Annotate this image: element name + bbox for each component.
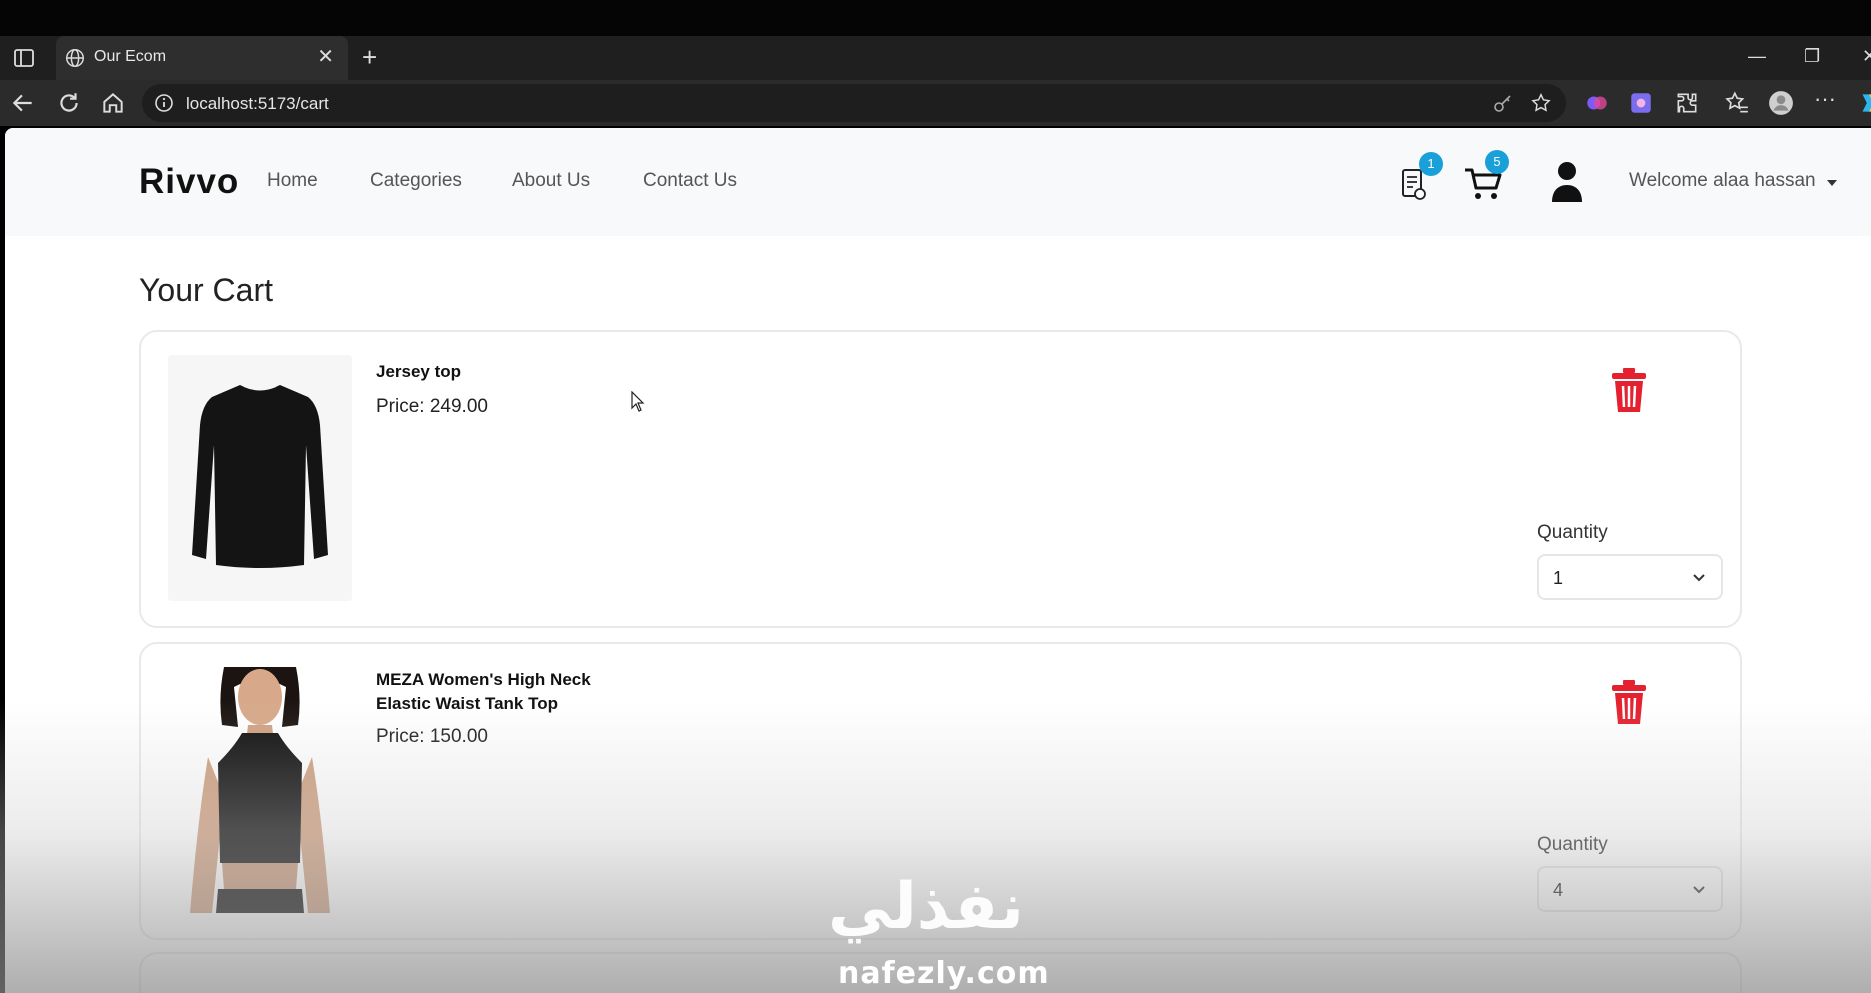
user-icon[interactable] [1551, 160, 1583, 202]
quantity-label: Quantity [1537, 834, 1608, 855]
welcome-user-dropdown[interactable]: Welcome alaa hassan [1629, 170, 1816, 192]
copilot-extension-icon[interactable] [1584, 90, 1610, 116]
copilot-icon[interactable] [1856, 90, 1871, 116]
product-name: Jersey top [376, 362, 462, 381]
nav-link-categories[interactable]: Categories [370, 170, 462, 192]
quantity-label: Quantity [1537, 522, 1608, 543]
watermark-arabic: نفذلي [828, 870, 1024, 944]
url-text: localhost:5173/cart [186, 94, 329, 113]
extensions-icon[interactable] [1674, 90, 1700, 116]
nav-link-contact-us[interactable]: Contact Us [643, 170, 737, 192]
more-options-icon[interactable]: ··· [1814, 88, 1840, 116]
web-page: Rivvo Home Categories About Us Contact U… [5, 128, 1871, 993]
delete-trash-icon[interactable] [1609, 678, 1649, 726]
close-tab-icon[interactable]: ✕ [317, 46, 334, 68]
delete-trash-icon[interactable] [1609, 366, 1649, 414]
quantity-select[interactable]: 1 [1537, 554, 1723, 600]
image-extension-icon[interactable] [1628, 90, 1654, 116]
cart-count-badge: 5 [1485, 150, 1509, 174]
nav-link-home[interactable]: Home [267, 170, 318, 192]
tab-bar: Our Ecom ✕ + — ❐ ✕ [0, 36, 1871, 80]
favorite-star-icon[interactable] [1530, 92, 1552, 114]
quantity-value: 4 [1553, 880, 1564, 900]
nav-link-about-us[interactable]: About Us [512, 170, 590, 192]
dropdown-caret-icon[interactable] [1827, 180, 1837, 186]
url-field[interactable]: localhost:5173/cart [142, 84, 1566, 122]
brand-logo[interactable]: Rivvo [139, 162, 239, 202]
back-icon[interactable] [10, 90, 36, 116]
refresh-icon[interactable] [56, 90, 82, 116]
restore-icon[interactable]: ❐ [1804, 46, 1820, 67]
product-image-jersey-top [168, 355, 352, 601]
product-price: Price: 249.00 [376, 396, 488, 417]
address-bar: localhost:5173/cart ··· [0, 80, 1871, 126]
cart-item-card: Jersey top Price: 249.00 Quantity 1 [139, 330, 1742, 628]
chevron-down-icon [1693, 574, 1705, 582]
site-info-icon[interactable] [154, 93, 174, 113]
profile-avatar-icon[interactable] [1768, 90, 1794, 116]
close-window-icon[interactable]: ✕ [1862, 46, 1871, 67]
browser-tab[interactable]: Our Ecom ✕ [56, 36, 348, 80]
home-icon[interactable] [100, 90, 126, 116]
new-tab-icon[interactable]: + [362, 44, 377, 70]
orders-count-badge: 1 [1419, 152, 1443, 176]
product-image-tank-top [168, 667, 352, 913]
product-name: MEZA Women's High Neck Elastic Waist Tan… [376, 670, 591, 713]
quantity-select[interactable]: 4 [1537, 866, 1723, 912]
top-strip [0, 0, 1871, 36]
chevron-down-icon [1693, 886, 1705, 894]
mouse-cursor-icon [631, 391, 645, 412]
watermark-url: nafezly.com [838, 956, 1050, 991]
favorites-icon[interactable] [1724, 90, 1750, 116]
tab-title: Our Ecom [94, 48, 167, 65]
quantity-value: 1 [1553, 568, 1564, 588]
minimize-icon[interactable]: — [1748, 46, 1766, 67]
product-price: Price: 150.00 [376, 726, 488, 747]
tab-actions-icon[interactable] [12, 46, 36, 70]
globe-icon [66, 49, 84, 67]
site-navbar: Rivvo Home Categories About Us Contact U… [5, 128, 1871, 236]
key-icon[interactable] [1492, 92, 1514, 114]
page-title: Your Cart [139, 272, 273, 308]
